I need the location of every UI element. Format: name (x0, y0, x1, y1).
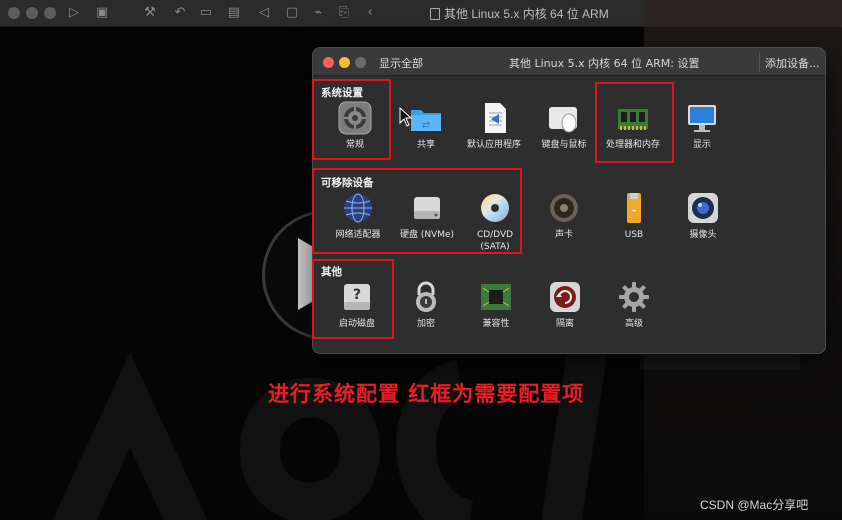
settings-item-label: CD/DVD (476, 230, 514, 240)
vm-close-button[interactable] (8, 7, 20, 19)
vm-window-title: 其他 Linux 5.x 内核 64 位 ARM (430, 5, 609, 22)
settings-item-label: 加密 (416, 319, 435, 329)
settings-item-label: 启动磁盘 (338, 319, 375, 329)
minimize-button[interactable] (339, 57, 350, 68)
settings-titlebar: 显示全部 其他 Linux 5.x 内核 64 位 ARM: 设置 添加设备..… (313, 48, 825, 76)
document-arrow-icon (477, 101, 511, 135)
settings-item-label: 隔离 (555, 319, 574, 329)
settings-item-label-line2: (SATA) (480, 242, 510, 252)
settings-item-keyboard-mouse[interactable]: 键盘与鼠标 (529, 101, 599, 151)
settings-item-isolation[interactable]: 隔离 (530, 280, 600, 330)
desktop-menubar-area (644, 0, 842, 27)
settings-item-general[interactable]: 常规 (320, 101, 390, 151)
show-all-button[interactable]: 显示全部 (379, 55, 423, 71)
settings-item-default-apps[interactable]: 默认应用程序 (459, 101, 529, 151)
settings-item-encryption[interactable]: 加密 (391, 280, 461, 330)
settings-item-label: 高级 (624, 319, 643, 329)
share-icon[interactable]: ⎘ (336, 5, 352, 20)
settings-item-label: 硬盘 (NVMe) (399, 230, 455, 240)
hard-drive-icon (410, 191, 444, 225)
settings-item-cd-dvd[interactable]: CD/DVD (SATA) (460, 191, 530, 253)
monitor-icon (685, 101, 719, 135)
settings-item-usb[interactable]: ⌁ USB (599, 191, 669, 241)
usb-drive-icon: ⌁ (617, 191, 651, 225)
svg-text:⇄: ⇄ (422, 120, 430, 131)
gear-icon (338, 101, 372, 135)
annotation-caption: 进行系统配置 红框为需要配置项 (268, 382, 585, 406)
drive-icon[interactable]: ▭ (198, 5, 214, 20)
settings-item-processor-memory[interactable]: 处理器和内存 (598, 101, 668, 151)
settings-item-label: 处理器和内存 (605, 140, 660, 150)
settings-item-label: 默认应用程序 (466, 140, 521, 150)
settings-item-network[interactable]: 网络适配器 (323, 191, 393, 241)
settings-item-camera[interactable]: 摄像头 (668, 191, 738, 241)
settings-item-startup-disk[interactable]: ? 启动磁盘 (322, 280, 392, 330)
play-icon[interactable]: ▷ (66, 5, 82, 20)
camera-icon[interactable]: ▢ (284, 5, 300, 20)
titlebar-divider (759, 52, 760, 72)
startup-disk-icon: ? (340, 280, 374, 314)
settings-window: 显示全部 其他 Linux 5.x 内核 64 位 ARM: 设置 添加设备..… (312, 47, 826, 354)
settings-title: 其他 Linux 5.x 内核 64 位 ARM: 设置 (509, 57, 700, 70)
usb-icon[interactable]: ⌁ (310, 5, 326, 20)
back-icon[interactable]: ↶ (172, 5, 188, 20)
wrench-icon[interactable]: ⚒ (142, 5, 158, 20)
settings-item-label: 摄像头 (689, 230, 717, 240)
disk-icon[interactable]: ▤ (226, 5, 242, 20)
mouse-cursor-icon (399, 107, 413, 127)
lock-icon (409, 280, 443, 314)
disc-icon (478, 191, 512, 225)
section-label-other: 其他 (321, 266, 342, 278)
vm-zoom-button[interactable] (44, 7, 56, 19)
vm-toolbar: ▷ ▣ ⚒ ↶ ▭ ▤ ◁ ▢ ⌁ ⎘ ‹ 其他 Linux 5.x 内核 64… (0, 0, 644, 27)
svg-text:⌁: ⌁ (632, 206, 637, 215)
settings-item-label: 显示 (692, 140, 711, 150)
folder-icon: ⇄ (409, 101, 443, 135)
add-device-button[interactable]: 添加设备... (765, 55, 820, 71)
document-icon (430, 8, 440, 20)
chevron-left-icon[interactable]: ‹ (362, 5, 378, 20)
svg-text:?: ? (353, 287, 361, 303)
gear-icon (617, 280, 651, 314)
section-label-system: 系统设置 (321, 87, 363, 99)
globe-icon (341, 191, 375, 225)
isolation-icon (548, 280, 582, 314)
vm-minimize-button[interactable] (26, 7, 38, 19)
settings-item-label: 常规 (345, 140, 364, 150)
close-button[interactable] (323, 57, 334, 68)
section-label-removable: 可移除设备 (321, 177, 374, 189)
audio-icon[interactable]: ◁ (256, 5, 272, 20)
speaker-icon (547, 191, 581, 225)
circuit-board-icon (479, 280, 513, 314)
settings-item-advanced[interactable]: 高级 (599, 280, 669, 330)
settings-item-label: 共享 (416, 140, 435, 150)
settings-item-label: 网络适配器 (335, 230, 381, 240)
memory-chip-icon (616, 101, 650, 135)
zoom-button[interactable] (355, 57, 366, 68)
settings-item-label: 兼容性 (482, 319, 510, 329)
vm-window-title-text: 其他 Linux 5.x 内核 64 位 ARM (444, 7, 609, 21)
mouse-icon (547, 101, 581, 135)
settings-item-display[interactable]: 显示 (667, 101, 737, 151)
settings-item-label: 声卡 (554, 230, 573, 240)
credit-text: CSDN @Mac分享吧 (700, 498, 809, 512)
settings-item-compatibility[interactable]: 兼容性 (461, 280, 531, 330)
settings-item-label: USB (624, 230, 644, 240)
settings-item-sound[interactable]: 声卡 (529, 191, 599, 241)
settings-item-label: 键盘与鼠标 (541, 140, 587, 150)
camera-icon (686, 191, 720, 225)
settings-item-hard-disk[interactable]: 硬盘 (NVMe) (392, 191, 462, 241)
snapshot-icon[interactable]: ▣ (94, 5, 110, 20)
